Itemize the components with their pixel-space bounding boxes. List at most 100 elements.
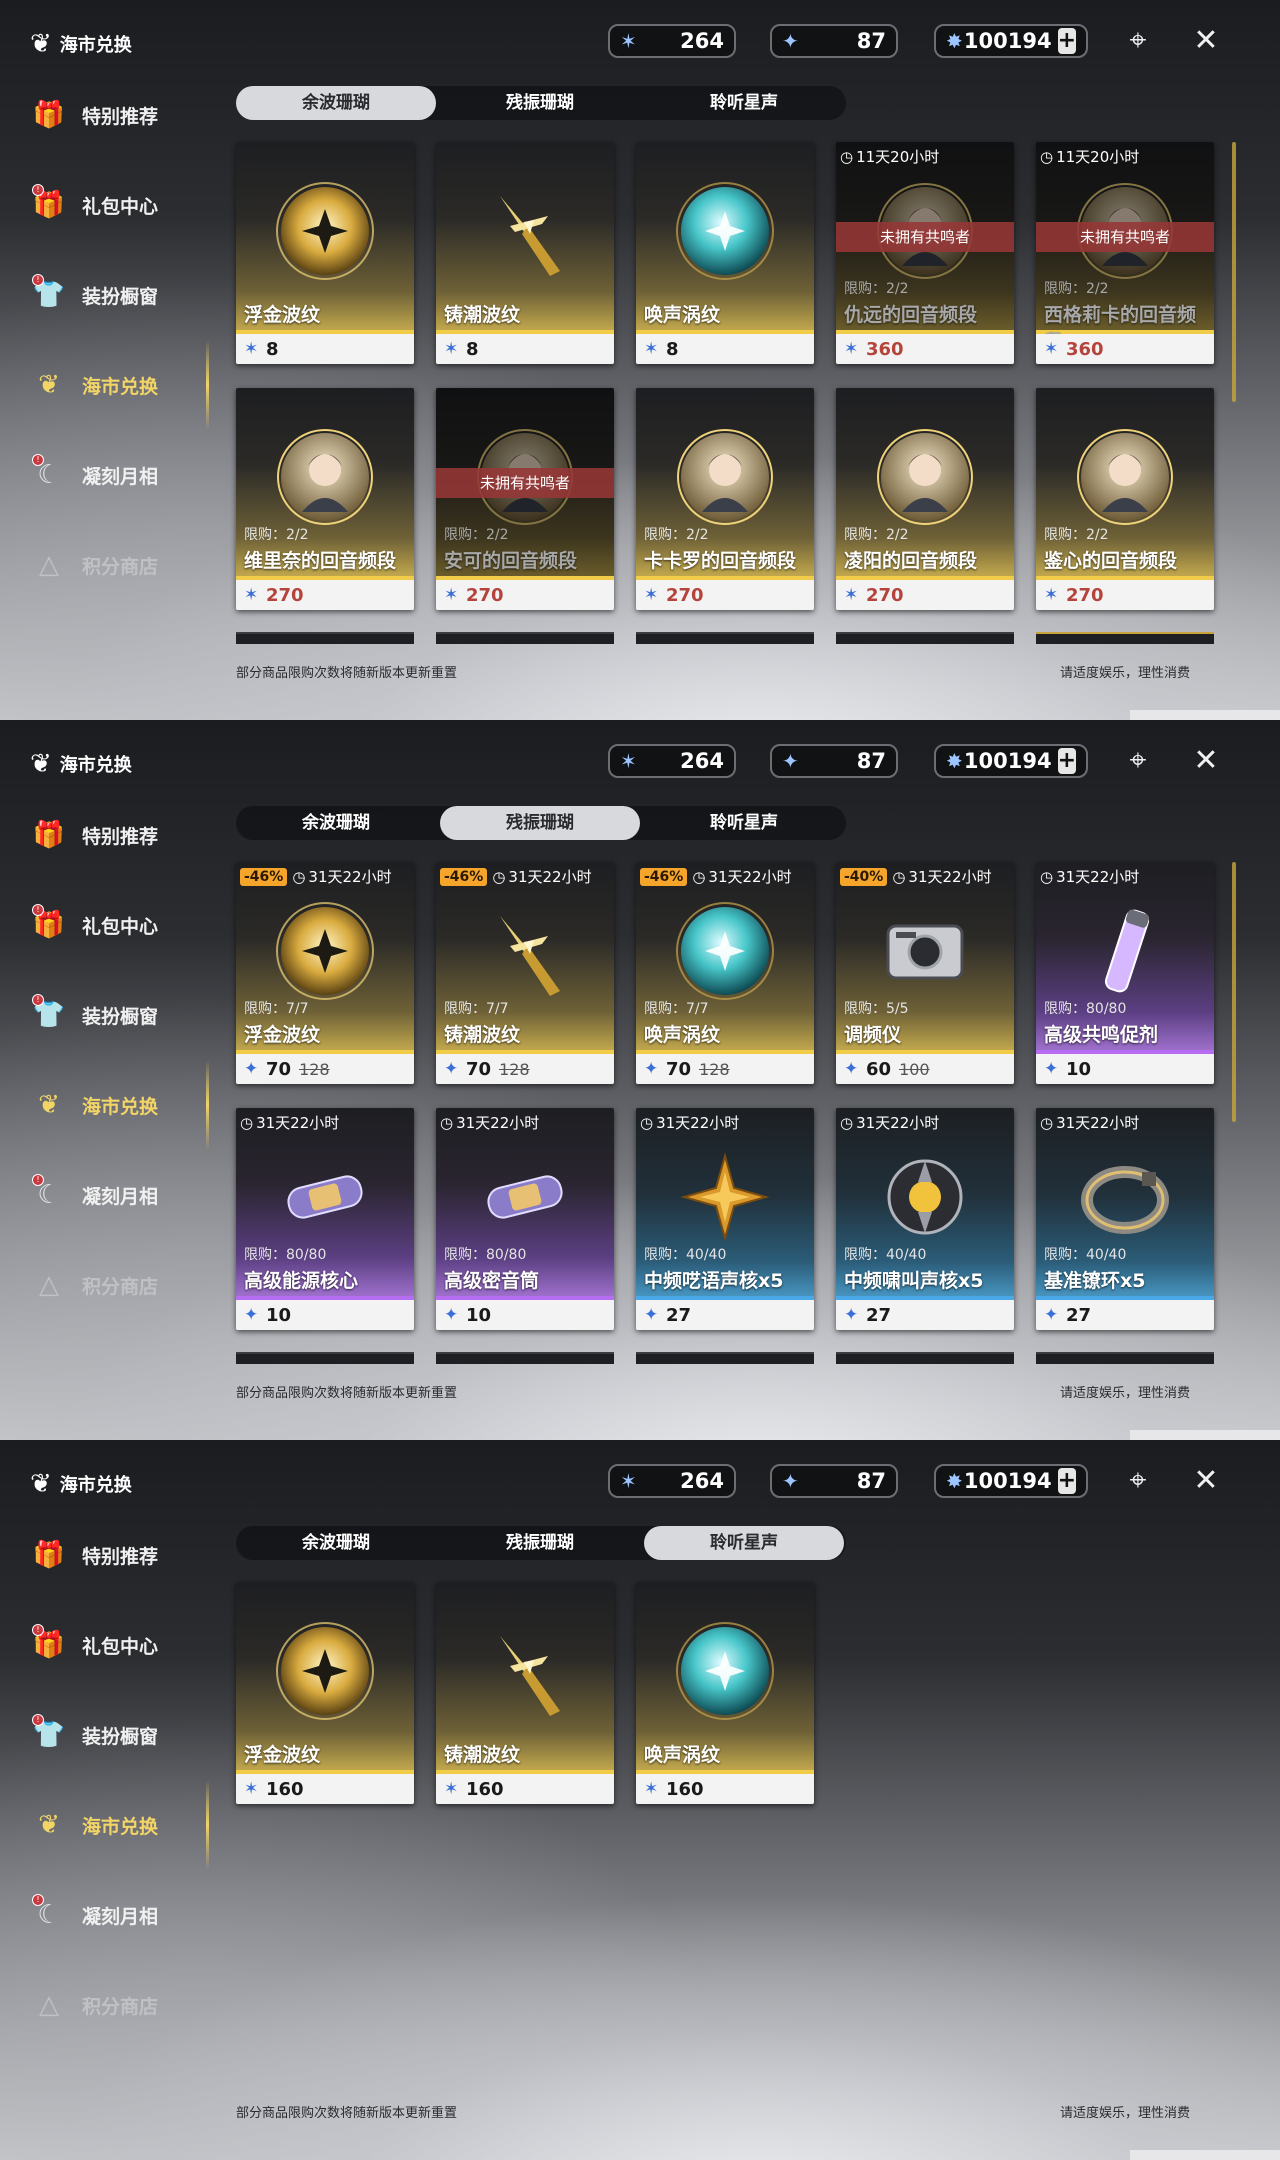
shop-item-card[interactable]: 铸潮波纹 ✶ 160 <box>436 1582 614 1804</box>
shop-item-card[interactable]: -46% ◷ 31天22小时 限购：7/7 铸潮波纹 ✦ 70 128 <box>436 862 614 1084</box>
add-currency-button[interactable]: + <box>1057 28 1076 54</box>
next-row-card[interactable] <box>636 632 814 644</box>
sidebar-item-4[interactable]: ☾! 凝刻月相 <box>28 1170 208 1220</box>
shop-item-card[interactable]: ◷ 31天22小时 限购：80/80 高级共鸣促剂 ✦ 10 <box>1036 862 1214 1084</box>
tab-1[interactable]: 残振珊瑚 <box>440 806 640 840</box>
coral-currency[interactable]: ✶ 264 <box>608 1464 736 1498</box>
tab-0[interactable]: 余波珊瑚 <box>236 806 436 840</box>
shop-item-card[interactable]: -46% ◷ 31天22小时 限购：7/7 唤声涡纹 ✦ 70 128 <box>636 862 814 1084</box>
shop-item-card[interactable]: ◷ 31天22小时 限购：80/80 高级密音筒 ✦ 10 <box>436 1108 614 1330</box>
next-row-card[interactable] <box>1036 1352 1214 1364</box>
sidebar-item-1[interactable]: 🎁! 礼包中心 <box>28 180 208 230</box>
timer: ◷ 31天22小时 <box>1040 1112 1139 1133</box>
shop-item-card[interactable]: 唤声涡纹 ✶ 160 <box>636 1582 814 1804</box>
tab-bar: 余波珊瑚 残振珊瑚 聆听星声 <box>236 806 846 840</box>
coral-icon: ❦ <box>38 370 60 400</box>
afterglow-currency[interactable]: ✦ 87 <box>770 744 898 778</box>
next-row-card[interactable] <box>236 1352 414 1364</box>
tab-1[interactable]: 残振珊瑚 <box>440 86 640 120</box>
coral-currency[interactable]: ✶ 264 <box>608 24 736 58</box>
shop-item-card[interactable]: ◷ 31天22小时 限购：80/80 高级能源核心 ✦ 10 <box>236 1108 414 1330</box>
reset-notice: 部分商品限购次数将随新版本更新重置 <box>236 1386 458 1401</box>
astrite-currency[interactable]: ✸ 100194 + <box>934 24 1088 58</box>
sidebar-item-2[interactable]: 👕! 装扮橱窗 <box>28 270 208 320</box>
timer: ◷ 31天22小时 <box>640 1112 739 1133</box>
shop-item-card[interactable]: ◷11天20小时未拥有共鸣者限购：2/2西格莉卡的回音频段 ✶ 360 <box>1036 142 1214 364</box>
sidebar-item-1[interactable]: 🎁! 礼包中心 <box>28 900 208 950</box>
discount-badge: -46% <box>640 867 688 886</box>
next-row-card[interactable] <box>436 632 614 644</box>
price: 27 <box>666 1304 692 1326</box>
shop-item-card[interactable]: 限购：2/2 卡卡罗的回音频段 ✶ 270 <box>636 388 814 610</box>
sidebar-item-1[interactable]: 🎁! 礼包中心 <box>28 1620 208 1670</box>
afterglow-currency[interactable]: ✦ 87 <box>770 1464 898 1498</box>
shop-item-card[interactable]: ◷ 31天22小时 限购：40/40 基准镣环x5 ✦ 27 <box>1036 1108 1214 1330</box>
close-icon[interactable]: ✕ <box>1186 1460 1226 1500</box>
sidebar-item-0[interactable]: 🎁 特别推荐 <box>28 1530 208 1580</box>
tab-2[interactable]: 聆听星声 <box>644 86 844 120</box>
shop-item-card[interactable]: 浮金波纹 ✶ 8 <box>236 142 414 364</box>
shop-item-card[interactable]: 浮金波纹 ✶ 160 <box>236 1582 414 1804</box>
next-row-card[interactable] <box>836 1352 1014 1364</box>
page-title: ❦ 海市兑换 <box>30 24 132 64</box>
sidebar-item-2[interactable]: 👕! 装扮橱窗 <box>28 1710 208 1760</box>
shop-item-card[interactable]: 限购：2/2 凌阳的回音频段 ✶ 270 <box>836 388 1014 610</box>
item-name: 唤声涡纹 <box>644 304 721 326</box>
sidebar-item-label: 礼包中心 <box>82 1635 159 1658</box>
close-icon[interactable]: ✕ <box>1186 740 1226 780</box>
sidebar-item-5[interactable]: △ 积分商店 <box>28 1260 208 1310</box>
shop-item-card[interactable]: -46% ◷ 31天22小时 限购：7/7 浮金波纹 ✦ 70 128 <box>236 862 414 1084</box>
add-currency-button[interactable]: + <box>1057 1468 1076 1494</box>
tab-0[interactable]: 余波珊瑚 <box>236 86 436 120</box>
target-icon[interactable]: ⌖ <box>1118 20 1158 60</box>
sidebar-item-3[interactable]: ❦ 海市兑换 <box>28 360 208 410</box>
price-row: ✦ 10 <box>1036 1054 1214 1084</box>
shop-item-card[interactable]: ◷ 31天22小时 限购：40/40 中频啸叫声核x5 ✦ 27 <box>836 1108 1014 1330</box>
notification-dot: ! <box>32 1714 44 1726</box>
next-row-card[interactable] <box>636 1352 814 1364</box>
next-row-card[interactable] <box>836 632 1014 644</box>
next-row-card[interactable] <box>1036 632 1214 644</box>
clock-icon: ◷ <box>492 867 506 886</box>
item-name: 维里奈的回音频段 <box>244 550 397 572</box>
astrite-currency[interactable]: ✸ 100194 + <box>934 744 1088 778</box>
sidebar-item-4[interactable]: ☾! 凝刻月相 <box>28 450 208 500</box>
tab-2[interactable]: 聆听星声 <box>644 1526 844 1560</box>
next-row-card[interactable] <box>236 632 414 644</box>
target-icon[interactable]: ⌖ <box>1118 1460 1158 1500</box>
shop-item-card[interactable]: 限购：2/2 鉴心的回音频段 ✶ 270 <box>1036 388 1214 610</box>
next-row-card[interactable] <box>436 1352 614 1364</box>
afterglow-currency[interactable]: ✦ 87 <box>770 24 898 58</box>
sidebar-item-4[interactable]: ☾! 凝刻月相 <box>28 1890 208 1940</box>
shop-item-card[interactable]: -40% ◷ 31天22小时 限购：5/5 调频仪 ✦ 60 100 <box>836 862 1014 1084</box>
add-currency-button[interactable]: + <box>1057 748 1076 774</box>
shop-item-card[interactable]: ◷ 11天20小时 未拥有共鸣者 限购：2/2 仇远的回音频段 ✶ 360 <box>836 142 1014 364</box>
gold-orb-icon <box>270 176 380 286</box>
sidebar-item-2[interactable]: 👕! 装扮橱窗 <box>28 990 208 1040</box>
shop-item-card[interactable]: ◷ 31天22小时 限购：40/40 中频呓语声核x5 ✦ 27 <box>636 1108 814 1330</box>
tab-2[interactable]: 聆听星声 <box>644 806 844 840</box>
astrite-currency[interactable]: ✸ 100194 + <box>934 1464 1088 1498</box>
scrollbar[interactable] <box>1232 142 1236 402</box>
sidebar-item-label: 海市兑换 <box>82 1095 159 1118</box>
coral-currency[interactable]: ✶ 264 <box>608 744 736 778</box>
sidebar-item-0[interactable]: 🎁 特别推荐 <box>28 810 208 860</box>
price: 27 <box>1066 1304 1092 1326</box>
shop-item-card[interactable]: 唤声涡纹 ✶ 8 <box>636 142 814 364</box>
shop-item-card[interactable]: 铸潮波纹 ✶ 8 <box>436 142 614 364</box>
tab-1[interactable]: 残振珊瑚 <box>440 1526 640 1560</box>
sidebar-item-3[interactable]: ❦ 海市兑换 <box>28 1080 208 1130</box>
scrollbar[interactable] <box>1232 862 1236 1122</box>
currency-value: 87 <box>856 749 886 773</box>
target-icon[interactable]: ⌖ <box>1118 740 1158 780</box>
sidebar-item-0[interactable]: 🎁 特别推荐 <box>28 90 208 140</box>
shop-item-card[interactable]: 未拥有共鸣者 限购：2/2 安可的回音频段 ✶ 270 <box>436 388 614 610</box>
timer: -46% ◷ 31天22小时 <box>440 866 592 887</box>
notification-dot: ! <box>32 1624 44 1636</box>
shop-item-card[interactable]: 限购：2/2 维里奈的回音频段 ✶ 270 <box>236 388 414 610</box>
tab-0[interactable]: 余波珊瑚 <box>236 1526 436 1560</box>
sidebar-item-5[interactable]: △ 积分商店 <box>28 540 208 590</box>
sidebar-item-3[interactable]: ❦ 海市兑换 <box>28 1800 208 1850</box>
close-icon[interactable]: ✕ <box>1186 20 1226 60</box>
sidebar-item-5[interactable]: △ 积分商店 <box>28 1980 208 2030</box>
